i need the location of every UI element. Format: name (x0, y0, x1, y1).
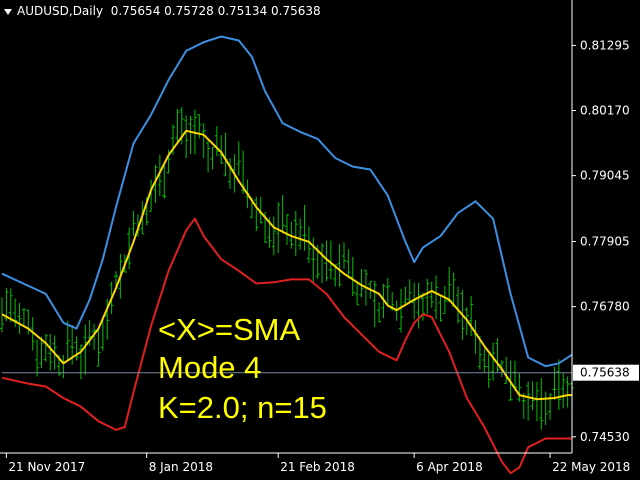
x-tick-label: 22 May 2018 (552, 460, 630, 474)
x-tick-label: 8 Jan 2018 (149, 460, 213, 474)
y-tick-label: 0.80170 (580, 104, 630, 118)
x-tick-label: 6 Apr 2018 (416, 460, 483, 474)
dropdown-triangle-icon[interactable] (4, 8, 12, 15)
y-tick-label: 0.76780 (580, 300, 630, 314)
x-tick-label: 21 Nov 2017 (8, 460, 85, 474)
annotation-params: K=2.0; n=15 (158, 390, 327, 425)
y-tick-label: 0.79045 (580, 169, 630, 183)
chart-header[interactable]: AUDUSD,Daily 0.75654 0.75728 0.75134 0.7… (4, 4, 321, 18)
annotation-sma: <X>=SMA (158, 312, 301, 347)
symbol-label: AUDUSD,Daily (17, 4, 104, 18)
x-tick-label: 21 Feb 2018 (280, 460, 355, 474)
y-tick-label: 0.74530 (580, 430, 630, 444)
ohlc-values: 0.75654 0.75728 0.75134 0.75638 (110, 4, 321, 18)
y-tick-label: 0.81295 (580, 38, 630, 52)
last-price-label: 0.75638 (580, 366, 630, 380)
y-tick-label: 0.77905 (580, 235, 630, 249)
annotation-mode: Mode 4 (158, 350, 262, 385)
